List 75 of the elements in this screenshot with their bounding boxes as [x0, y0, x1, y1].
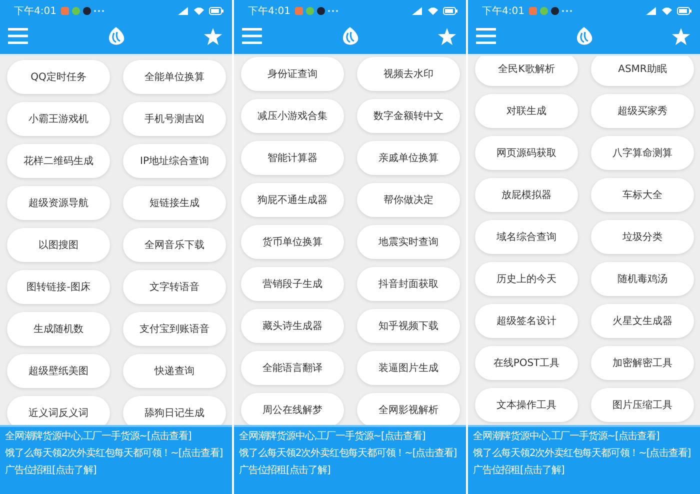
- status-time: 下午4:01: [482, 5, 524, 18]
- tool-button[interactable]: 垃圾分类: [591, 220, 694, 254]
- wifi-icon: [662, 7, 672, 15]
- star-icon[interactable]: [438, 28, 456, 44]
- tool-button[interactable]: 文字转语音: [123, 270, 226, 304]
- tool-button[interactable]: 全能单位换算: [123, 60, 226, 94]
- tool-button[interactable]: 装逼图片生成: [357, 351, 460, 385]
- tool-button[interactable]: 藏头诗生成器: [241, 309, 344, 343]
- tool-button[interactable]: 营销段子生成: [241, 267, 344, 301]
- signal-icon: [412, 7, 423, 15]
- tool-button[interactable]: 货币单位换算: [241, 225, 344, 259]
- tool-button[interactable]: 全民K歌解析: [475, 56, 578, 86]
- tool-button[interactable]: 在线POST工具: [475, 346, 578, 380]
- wifi-icon: [194, 7, 204, 15]
- tool-button[interactable]: 手机号测吉凶: [123, 102, 226, 136]
- tool-button[interactable]: 亲戚单位换算: [357, 141, 460, 175]
- tool-button[interactable]: 狗屁不通生成器: [241, 183, 344, 217]
- app-logo-icon: [341, 26, 359, 46]
- tool-button[interactable]: 对联生成: [475, 94, 578, 128]
- tool-button[interactable]: 花样二维码生成: [7, 144, 110, 178]
- tool-button[interactable]: 近义词反义词: [7, 396, 110, 425]
- tool-button[interactable]: 智能计算器: [241, 141, 344, 175]
- wifi-icon: [428, 7, 438, 15]
- tool-button[interactable]: 快递查询: [123, 354, 226, 388]
- tool-button[interactable]: 地震实时查询: [357, 225, 460, 259]
- tool-button[interactable]: 历史上的今天: [475, 262, 578, 296]
- tool-button[interactable]: 减压小游戏合集: [241, 99, 344, 133]
- battery-icon: [677, 7, 692, 15]
- app-logo-icon: [107, 26, 125, 46]
- tool-button[interactable]: 车标大全: [591, 178, 694, 212]
- star-icon[interactable]: [672, 28, 690, 44]
- tool-button[interactable]: 火星文生成器: [591, 304, 694, 338]
- tool-button[interactable]: 短链接生成: [123, 186, 226, 220]
- battery-icon: [443, 7, 458, 15]
- tool-button[interactable]: 周公在线解梦: [241, 393, 344, 425]
- tool-button[interactable]: 全能语言翻译: [241, 351, 344, 385]
- tool-button[interactable]: 数字金额转中文: [357, 99, 460, 133]
- tool-button[interactable]: 知乎视频下载: [357, 309, 460, 343]
- tool-button[interactable]: 随机毒鸡汤: [591, 262, 694, 296]
- tool-button[interactable]: ASMR助眠: [591, 56, 694, 86]
- tool-button[interactable]: 全网音乐下载: [123, 228, 226, 262]
- signal-icon: [646, 7, 657, 15]
- tool-button[interactable]: 帮你做决定: [357, 183, 460, 217]
- tool-button[interactable]: 抖音封面获取: [357, 267, 460, 301]
- signal-icon: [178, 7, 189, 15]
- menu-icon[interactable]: [242, 28, 262, 44]
- tool-button[interactable]: 小霸王游戏机: [7, 102, 110, 136]
- battery-icon: [209, 7, 224, 15]
- tool-button[interactable]: 舔狗日记生成: [123, 396, 226, 425]
- tool-button[interactable]: 超级壁纸美图: [7, 354, 110, 388]
- status-time: 下午4:01: [14, 5, 56, 18]
- tool-button[interactable]: 超级资源导航: [7, 186, 110, 220]
- tool-button[interactable]: 加密解密工具: [591, 346, 694, 380]
- tool-button[interactable]: 图片压缩工具: [591, 388, 694, 422]
- tool-button[interactable]: 生成随机数: [7, 312, 110, 346]
- menu-icon[interactable]: [8, 28, 28, 44]
- tool-button[interactable]: 域名综合查询: [475, 220, 578, 254]
- menu-icon[interactable]: [476, 28, 496, 44]
- tool-button[interactable]: 视频去水印: [357, 57, 460, 91]
- tool-button[interactable]: 以图搜图: [7, 228, 110, 262]
- tool-button[interactable]: 图转链接-图床: [7, 270, 110, 304]
- tool-button[interactable]: IP地址综合查询: [123, 144, 226, 178]
- tool-button[interactable]: QQ定时任务: [7, 60, 110, 94]
- tool-button[interactable]: 八字算命测算: [591, 136, 694, 170]
- tool-button[interactable]: 网页源码获取: [475, 136, 578, 170]
- tool-button[interactable]: 超级买家秀: [591, 94, 694, 128]
- tool-button[interactable]: 全网影视解析: [357, 393, 460, 425]
- tool-button[interactable]: 支付宝到账语音: [123, 312, 226, 346]
- tool-button[interactable]: 身份证查询: [241, 57, 344, 91]
- tool-button[interactable]: 文本操作工具: [475, 388, 578, 422]
- star-icon[interactable]: [204, 28, 222, 44]
- status-time: 下午4:01: [248, 5, 290, 18]
- tool-button[interactable]: 超级签名设计: [475, 304, 578, 338]
- tool-button[interactable]: 放屁模拟器: [475, 178, 578, 212]
- app-logo-icon: [575, 26, 593, 46]
